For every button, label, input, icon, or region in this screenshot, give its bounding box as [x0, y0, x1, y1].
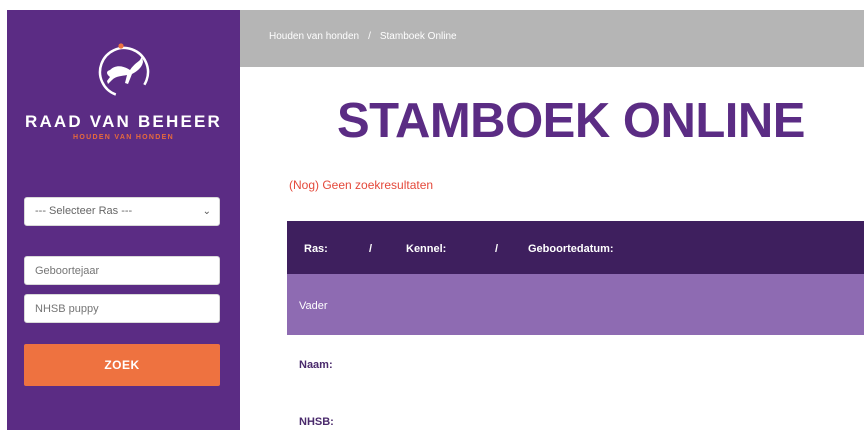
nhsb-puppy-input[interactable]	[24, 294, 220, 323]
brand-name: RAAD VAN BEHEER	[24, 112, 223, 131]
breadcrumb-separator: /	[368, 31, 371, 42]
name-label: Naam:	[299, 359, 333, 371]
no-results-message: (Nog) Geen zoekresultaten	[289, 178, 434, 192]
search-button[interactable]: ZOEK	[24, 344, 220, 386]
dog-logo-icon	[98, 43, 149, 98]
breed-select[interactable]: --- Selecteer Ras --- ⌄	[24, 197, 220, 226]
header-birthdate-label: Geboortedatum:	[528, 243, 614, 255]
father-label: Vader	[299, 300, 328, 312]
table-row-name: Naam:	[287, 335, 864, 392]
breadcrumb-bar: Houden van honden / Stamboek Online	[240, 10, 864, 67]
sidebar: RAAD VAN BEHEER HOUDEN VAN HONDEN --- Se…	[7, 10, 240, 430]
result-header: Ras: / Kennel: / Geboortedatum:	[287, 221, 864, 274]
header-separator-2: /	[495, 243, 499, 255]
header-kennel-label: Kennel:	[406, 243, 447, 255]
header-ras-label: Ras:	[304, 243, 328, 255]
breed-select-value: --- Selecteer Ras ---	[35, 205, 133, 217]
nhsb-label: NHSB:	[299, 416, 334, 428]
breadcrumb-current[interactable]: Stamboek Online	[380, 31, 457, 42]
brand-tagline: HOUDEN VAN HONDEN	[73, 134, 174, 141]
father-section-header: Vader	[287, 274, 864, 335]
chevron-down-icon: ⌄	[202, 206, 211, 217]
table-row-nhsb: NHSB:	[287, 391, 864, 430]
page-title: STAMBOEK ONLINE	[337, 94, 805, 148]
top-strip	[0, 0, 864, 10]
birth-year-input[interactable]	[24, 256, 220, 285]
logo[interactable]: RAAD VAN BEHEER HOUDEN VAN HONDEN	[7, 40, 240, 141]
breadcrumb: Houden van honden / Stamboek Online	[269, 31, 457, 42]
header-separator-1: /	[369, 243, 373, 255]
breadcrumb-home-link[interactable]: Houden van honden	[269, 31, 359, 42]
